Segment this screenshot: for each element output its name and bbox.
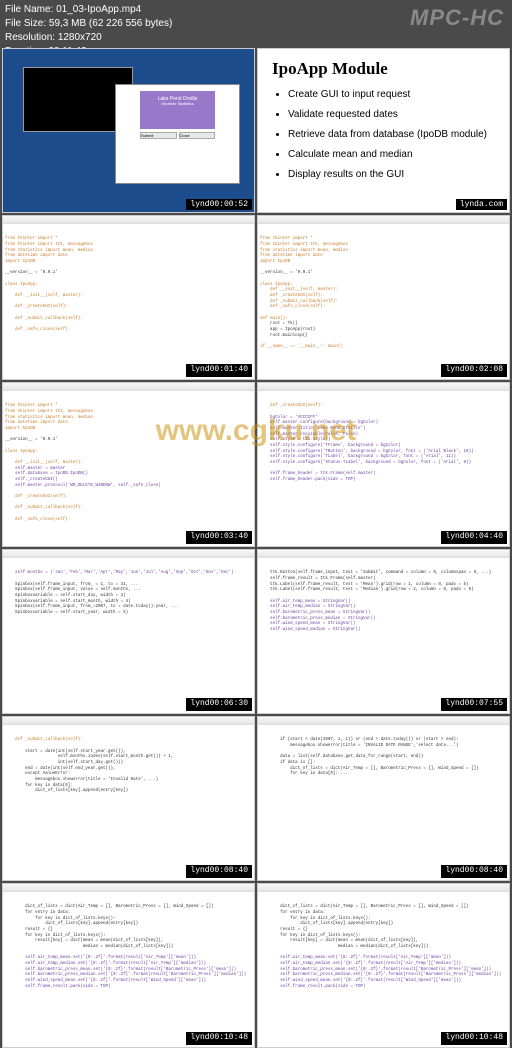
thumb-code-6[interactable]: ttk.Button(self.frame_input, text = 'Sub… [257, 549, 510, 714]
thumb-code-9[interactable]: dict_of_lists = dict(Air_Temp = [], Baro… [2, 883, 255, 1048]
code-line: from tkinter import * from tkinter impor… [260, 237, 348, 264]
thumb-module-slide[interactable]: IpoApp Module Create GUI to input reques… [257, 48, 510, 213]
thumb-code-10[interactable]: dict_of_lists = dict(Air_Temp = [], Baro… [257, 883, 510, 1048]
editor-titlebar [3, 884, 254, 892]
filename-value: 01_03-IpoApp.mp4 [56, 4, 141, 15]
thumb-watermark: lynd00:01:40 [186, 364, 252, 377]
code-line: class IpoApp: [5, 283, 38, 287]
list-item: Display results on the GUI [288, 169, 495, 180]
code-line: def _submit_callback(self): [260, 300, 338, 304]
code-line: from tkinter import * from tkinter impor… [5, 404, 93, 431]
thumb-watermark: lynd00:04:40 [441, 531, 507, 544]
list-item: Create GUI to input request [288, 89, 495, 100]
code-line: self.air_temp_mean.set('{0:.2f}'.format(… [260, 956, 501, 988]
code-line: def _createGUI(self): [5, 305, 68, 309]
editor-titlebar [3, 383, 254, 391]
code-line: def _createGUI(self): [260, 294, 323, 298]
editor-titlebar [3, 550, 254, 558]
thumb-desktop[interactable]: Lake Pend Oreille Weather Statistics Sub… [2, 48, 255, 213]
thumb-code-2[interactable]: from tkinter import * from tkinter impor… [257, 215, 510, 380]
thumb-watermark: lynd00:02:08 [441, 364, 507, 377]
code-line: def __init__(self, master): [5, 461, 83, 465]
list-item: Calculate mean and median [288, 149, 495, 160]
editor-titlebar [3, 717, 254, 725]
thumb-code-4[interactable]: def _createGUI(self): bgColor = '#CCCCFF… [257, 382, 510, 547]
thumb-code-1[interactable]: from tkinter import * from tkinter impor… [2, 215, 255, 380]
thumb-code-8[interactable]: if (start < date(2007, 1, 1)) or (end > … [257, 716, 510, 881]
app-header: Lake Pend Oreille Weather Statistics [140, 91, 215, 129]
code-line: Spinbox(self.frame_input, from_ = 1, to … [5, 583, 178, 615]
code-line: __version__ = '0.0.1' [260, 271, 313, 275]
thumb-watermark: lynd00:07:55 [441, 698, 507, 711]
code-line: bgColor = '#CCCCFF' self.master.configur… [260, 416, 474, 465]
thumb-code-5[interactable]: self.months = ('Jan','Feb','Mar','Apr','… [2, 549, 255, 714]
code-line: dict_of_lists = dict(Air_Temp = [], Baro… [5, 905, 214, 949]
app-window: Lake Pend Oreille Weather Statistics Sub… [115, 84, 240, 184]
resolution-label: Resolution: [5, 32, 58, 43]
editor-titlebar [258, 383, 509, 391]
code-line: def _safe_close(self): [260, 305, 325, 309]
thumb-watermark: lynd00:08:40 [441, 865, 507, 878]
thumb-watermark: lynda.com [456, 199, 507, 210]
code-line: __version__ = '0.0.1' [5, 271, 58, 275]
module-bullet-list: Create GUI to input request Validate req… [288, 89, 495, 180]
code-line: self.air_temp_mean.set('{0:.2f}'.format(… [5, 956, 246, 988]
code-line: self.air_temp_mean = StringVar() self.ai… [260, 600, 376, 632]
thumbnail-grid: Lake Pend Oreille Weather Statistics Sub… [2, 48, 510, 1048]
resolution-value: 1280x720 [58, 32, 102, 43]
code-line: dict_of_lists = dict(Air_Temp = [], Baro… [260, 905, 469, 949]
module-heading: IpoApp Module [272, 59, 495, 79]
thumb-code-7[interactable]: def _submit_callback(self): start = date… [2, 716, 255, 881]
code-line: class IpoApp: [5, 450, 38, 454]
code-line: def _submit_callback(self): [5, 317, 83, 321]
code-line: class IpoApp: [260, 283, 293, 287]
code-line: def main(): [260, 317, 288, 321]
code-line: def _submit_callback(self): [5, 506, 83, 510]
thumb-watermark: lynd00:03:40 [186, 531, 252, 544]
code-line: __version__ = '0.0.1' [5, 438, 58, 442]
editor-titlebar [258, 550, 509, 558]
player-logo: MPC-HC [410, 5, 504, 31]
editor-titlebar [258, 216, 509, 224]
list-item: Validate requested dates [288, 109, 495, 120]
thumb-watermark: lynd00:08:40 [186, 865, 252, 878]
code-line: def _safe_close(self): [5, 328, 70, 332]
code-line: root = Tk() app = IpoApp(root) root.main… [260, 322, 315, 337]
editor-titlebar [258, 717, 509, 725]
list-item: Retrieve data from database (IpoDB modul… [288, 129, 495, 140]
code-line: if __name__ == '__main__': main() [260, 345, 343, 349]
code-line: def __init__(self, master): [5, 294, 83, 298]
code-line: from tkinter import * from tkinter impor… [5, 237, 93, 264]
thumb-watermark: lynd00:10:48 [186, 1032, 252, 1045]
code-line: if (start < date(2007, 1, 1)) or (end > … [260, 738, 459, 748]
code-line: ttk.Button(self.frame_input, text = 'Sub… [260, 571, 491, 592]
code-line: def _createGUI(self): [260, 404, 323, 408]
thumb-watermark: lynd00:10:48 [441, 1032, 507, 1045]
editor-titlebar [258, 884, 509, 892]
button-row: Submit Close [140, 132, 215, 139]
code-line: self.master = master self.database = Ipo… [5, 467, 161, 488]
thumb-watermark: lynd00:06:30 [186, 698, 252, 711]
thumb-watermark: lynd00:00:52 [186, 199, 252, 210]
close-button[interactable]: Close [179, 132, 216, 139]
thumb-code-3[interactable]: from tkinter import * from tkinter impor… [2, 382, 255, 547]
filename-label: File Name: [5, 4, 56, 15]
code-line: data = list(self.database.get_data_for_r… [260, 755, 479, 776]
code-line: self.frame_header = ttk.Frame(self.maste… [260, 472, 376, 482]
code-line: start = date(int(self.start_year.get()),… [5, 750, 173, 794]
code-line: def __init__(self, master): [260, 288, 338, 292]
editor-titlebar [3, 216, 254, 224]
filesize-value: 59,3 MB (62 226 556 bytes) [49, 18, 172, 29]
app-subtitle: Weather Statistics [140, 102, 215, 107]
code-line: def _safe_close(self): [5, 518, 70, 522]
filesize-label: File Size: [5, 18, 49, 29]
code-line: def _createGUI(self): [5, 495, 68, 499]
code-line: self.months = ('Jan','Feb','Mar','Apr','… [5, 571, 234, 575]
submit-button[interactable]: Submit [140, 132, 177, 139]
code-line: def _submit_callback(self): [5, 738, 83, 742]
